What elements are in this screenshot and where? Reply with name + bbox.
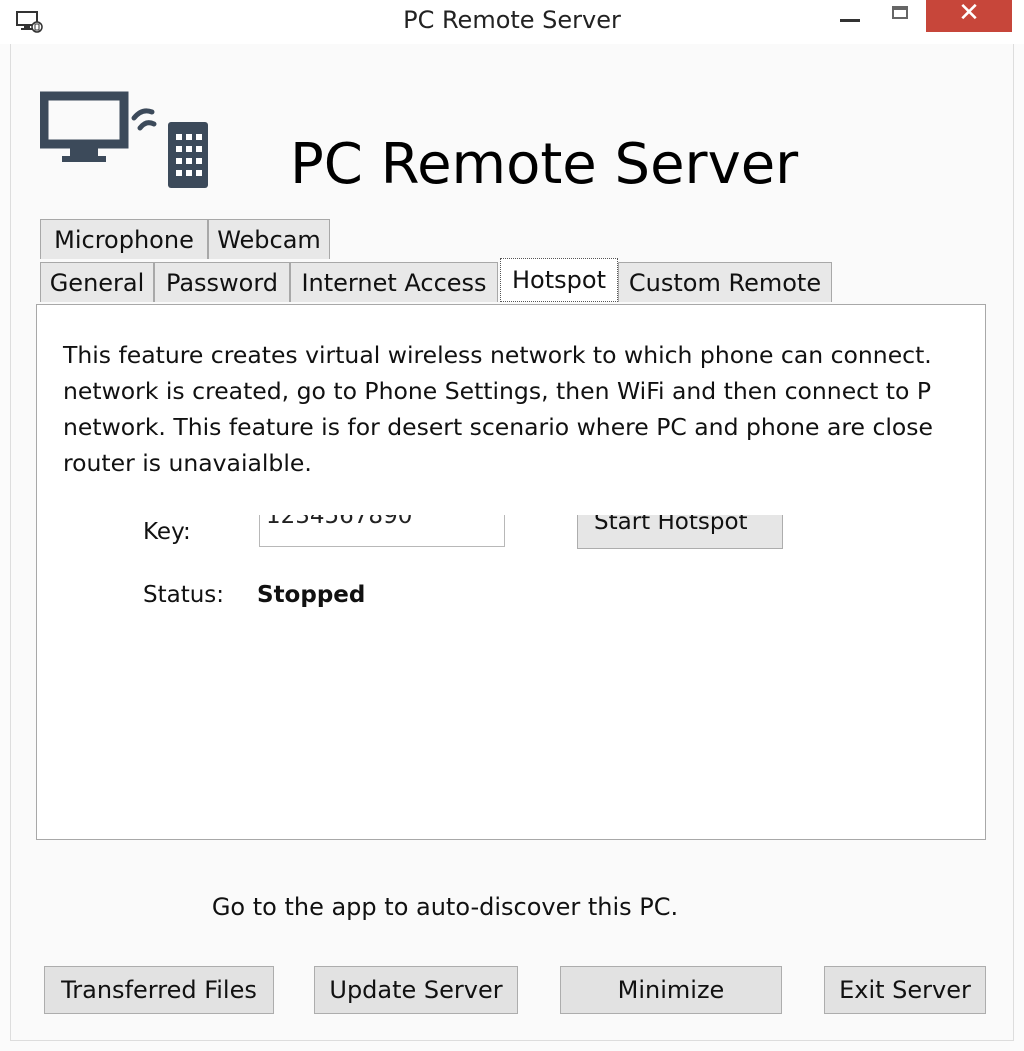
tab-hotspot[interactable]: Hotspot (500, 258, 618, 302)
key-label: Key: (143, 519, 191, 545)
window-close-button[interactable]: ✕ (926, 0, 1012, 32)
tab-password[interactable]: Password (154, 262, 290, 302)
window-minimize-button[interactable] (828, 0, 874, 32)
exit-server-button[interactable]: Exit Server (824, 966, 986, 1014)
tab-internet-access[interactable]: Internet Access (290, 262, 498, 302)
app-heading: PC Remote Server (290, 132, 799, 197)
auto-discover-hint: Go to the app to auto-discover this PC. (211, 893, 679, 921)
window-maximize-button[interactable] (880, 0, 926, 32)
tab-microphone[interactable]: Microphone (40, 219, 208, 259)
status-label: Status: (143, 582, 225, 608)
description-line: This feature creates virtual wireless ne… (63, 341, 940, 369)
start-hotspot-label: Start Hotspot (594, 515, 748, 535)
description-line: network is created, go to Phone Settings… (63, 377, 931, 405)
minimize-button[interactable]: Minimize (560, 966, 782, 1014)
description-line: network. This feature is for desert scen… (63, 413, 933, 441)
app-window: PC Remote Server ✕ PC Remote Server Micr… (0, 0, 1024, 1051)
key-input[interactable]: 1234567890 (259, 515, 505, 547)
pc-phone-wireless-icon (40, 91, 208, 188)
key-input-value: 1234567890 (266, 515, 413, 529)
transferred-files-button[interactable]: Transferred Files (44, 966, 274, 1014)
status-value: Stopped (257, 582, 366, 608)
description-line: router is unavaialble. (63, 449, 312, 477)
tab-webcam[interactable]: Webcam (208, 219, 330, 259)
tab-custom-remote[interactable]: Custom Remote (618, 262, 832, 302)
tab-general[interactable]: General (40, 262, 154, 302)
hotspot-description: This feature creates virtual wireless ne… (63, 337, 985, 481)
hotspot-tab-panel: This feature creates virtual wireless ne… (36, 304, 986, 840)
update-server-button[interactable]: Update Server (314, 966, 518, 1014)
title-bar[interactable]: PC Remote Server ✕ (0, 0, 1024, 44)
start-hotspot-button[interactable]: Start Hotspot (577, 515, 783, 549)
